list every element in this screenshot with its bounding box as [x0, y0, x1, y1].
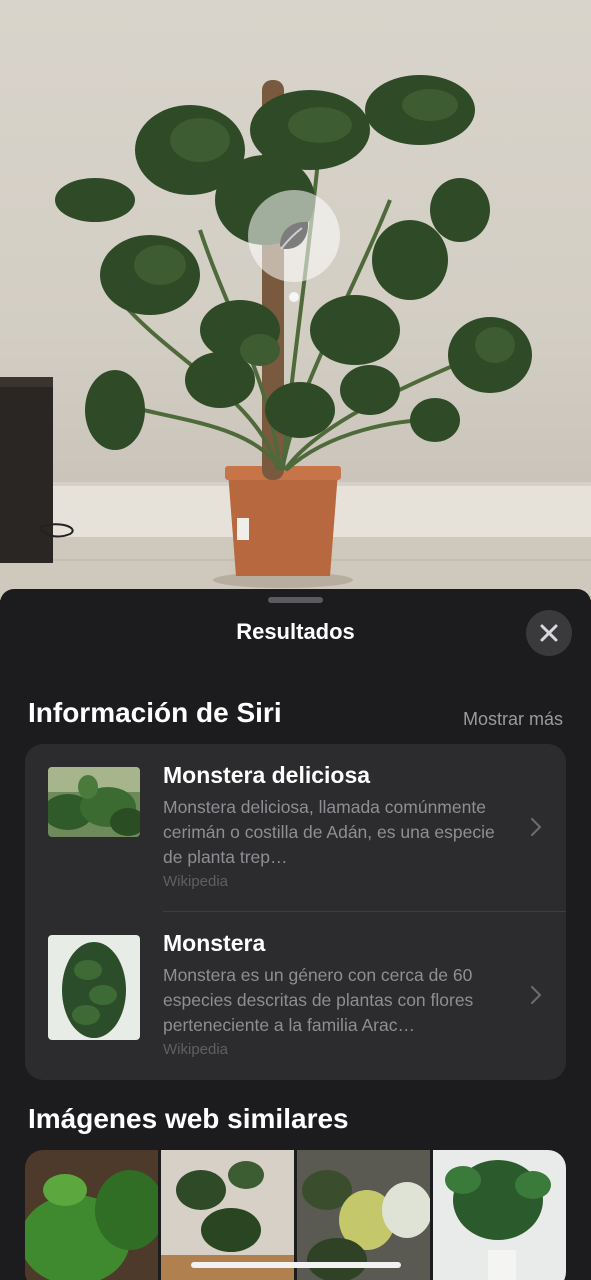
result-title: Monstera: [163, 930, 266, 956]
result-thumbnail: [48, 935, 140, 1040]
close-button[interactable]: [526, 610, 572, 656]
home-indicator[interactable]: [191, 1262, 401, 1268]
similar-image[interactable]: [161, 1150, 294, 1280]
results-sheet: Resultados Información de Siri Mostrar m…: [0, 589, 591, 1280]
result-description: Monstera deliciosa, llamada comúnmente c…: [163, 797, 495, 867]
chevron-right-icon: [530, 985, 542, 1005]
similar-images-strip: [25, 1150, 566, 1280]
similar-image[interactable]: [25, 1150, 158, 1280]
leaf-icon[interactable]: [274, 216, 314, 256]
result-description: Monstera es un género con cerca de 60 es…: [163, 965, 474, 1035]
sheet-title: Resultados: [236, 619, 355, 644]
siri-result-monstera[interactable]: Monstera Monstera es un género con cerca…: [25, 912, 566, 1080]
siri-results-card: Monstera deliciosa Monstera deliciosa, l…: [25, 744, 566, 1080]
sheet-grabber[interactable]: [268, 597, 323, 603]
chevron-right-icon: [530, 817, 542, 837]
plant-photo-illustration: [0, 75, 591, 600]
result-source: Wikipedia: [163, 1041, 229, 1058]
result-source: Wikipedia: [163, 873, 229, 890]
result-thumbnail: [48, 767, 140, 837]
siri-section-title: Información de Siri: [28, 697, 282, 728]
similar-image[interactable]: [297, 1150, 430, 1280]
close-icon: [540, 624, 558, 642]
result-title: Monstera deliciosa: [163, 762, 371, 788]
web-images-section-title: Imágenes web similares: [28, 1103, 349, 1134]
lookup-photo: [0, 0, 591, 600]
show-more-link[interactable]: Mostrar más: [463, 709, 563, 730]
siri-result-monstera-deliciosa[interactable]: Monstera deliciosa Monstera deliciosa, l…: [25, 744, 566, 912]
similar-image[interactable]: [433, 1150, 566, 1280]
